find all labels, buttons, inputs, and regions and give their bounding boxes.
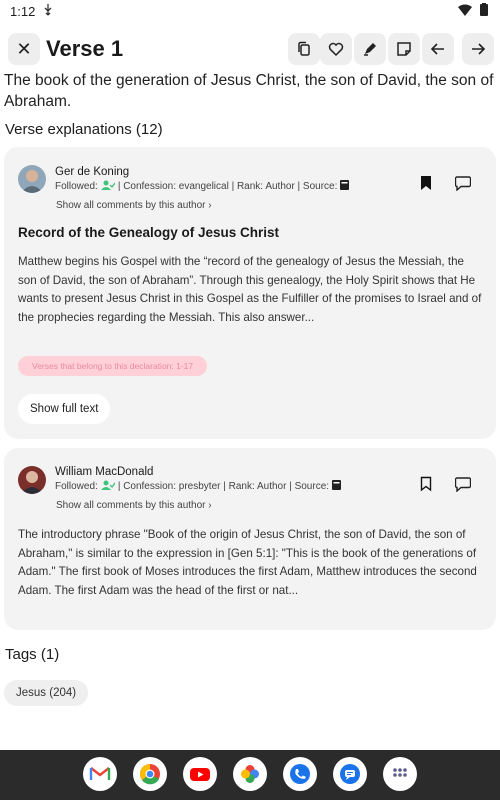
tag-chip[interactable]: Jesus (204) <box>4 680 89 706</box>
comment-button[interactable] <box>453 173 473 193</box>
followed-label: Followed: <box>55 481 98 492</box>
explanations-heading: Verse explanations (12) <box>5 121 163 138</box>
status-time: 1:12 <box>10 3 36 19</box>
author-meta: Followed: | Confession: evangelical | Ra… <box>55 180 350 193</box>
bookmark-button[interactable] <box>416 474 436 494</box>
show-all-comments-link[interactable]: Show all comments by this author › <box>56 200 212 211</box>
bookmark-outline-icon <box>420 476 432 492</box>
copy-icon <box>298 41 310 56</box>
close-icon: ✕ <box>16 38 32 59</box>
chrome-icon[interactable] <box>133 757 167 791</box>
page-title: Verse 1 <box>46 36 124 61</box>
confession-text: | Confession: evangelical | Rank: Author… <box>117 181 338 192</box>
gmail-icon[interactable] <box>83 757 117 791</box>
favorite-button[interactable] <box>320 33 352 65</box>
highlight-button[interactable] <box>354 33 386 65</box>
explanation-body: The introductory phrase "Book of the ori… <box>18 528 477 597</box>
arrow-left-icon <box>430 43 444 55</box>
bookmark-filled-icon <box>421 176 431 190</box>
followed-user-icon <box>100 180 116 193</box>
verse-text: The book of the generation of Jesus Chri… <box>4 72 494 110</box>
marker-icon <box>364 43 376 56</box>
photos-icon[interactable] <box>233 757 267 791</box>
comment-icon <box>455 476 471 492</box>
author-name[interactable]: Ger de Koning <box>55 166 129 178</box>
author-meta: Followed: | Confession: presbyter | Rank… <box>55 480 342 493</box>
close-button[interactable]: ✕ <box>8 33 40 65</box>
confession-text: | Confession: presbyter | Rank: Author |… <box>117 481 330 492</box>
explanation-title: Record of the Genealogy of Jesus Christ <box>18 225 280 240</box>
top-bar: ✕ Verse 1 <box>0 28 500 72</box>
next-verse-button[interactable] <box>462 33 494 65</box>
wifi-icon <box>458 4 472 19</box>
explanation-card: William MacDonald Followed: | Confession… <box>4 448 496 630</box>
explanation-card: Ger de Koning Followed: | Confession: ev… <box>4 147 496 439</box>
comment-button[interactable] <box>453 474 473 494</box>
comment-icon <box>455 175 471 191</box>
heart-icon <box>328 42 344 57</box>
status-bar: 1:12 <box>0 0 500 22</box>
followed-user-icon <box>100 480 116 493</box>
tags-heading: Tags (1) <box>5 646 60 663</box>
source-book-icon[interactable] <box>340 180 350 193</box>
phone-icon[interactable] <box>283 757 317 791</box>
source-book-icon[interactable] <box>332 480 342 493</box>
note-icon <box>397 42 411 56</box>
youtube-icon[interactable] <box>183 757 217 791</box>
arrow-right-icon <box>472 43 486 55</box>
author-name[interactable]: William MacDonald <box>55 466 153 478</box>
followed-label: Followed: <box>55 181 98 192</box>
verses-range-chip[interactable]: Verses that belong to this declaration: … <box>18 356 208 376</box>
usb-debug-icon <box>43 3 53 19</box>
copy-button[interactable] <box>288 33 320 65</box>
previous-verse-button[interactable] <box>422 33 454 65</box>
note-button[interactable] <box>388 33 420 65</box>
app-drawer-icon[interactable] <box>383 757 417 791</box>
battery-icon <box>480 3 488 19</box>
show-full-text-button[interactable]: Show full text <box>18 394 111 424</box>
bookmark-button[interactable] <box>416 173 436 193</box>
explanation-body: Matthew begins his Gospel with the “reco… <box>18 255 482 324</box>
show-all-comments-link[interactable]: Show all comments by this author › <box>56 500 212 511</box>
author-avatar[interactable] <box>18 466 46 494</box>
author-avatar[interactable] <box>18 165 46 193</box>
messages-icon[interactable] <box>333 757 367 791</box>
